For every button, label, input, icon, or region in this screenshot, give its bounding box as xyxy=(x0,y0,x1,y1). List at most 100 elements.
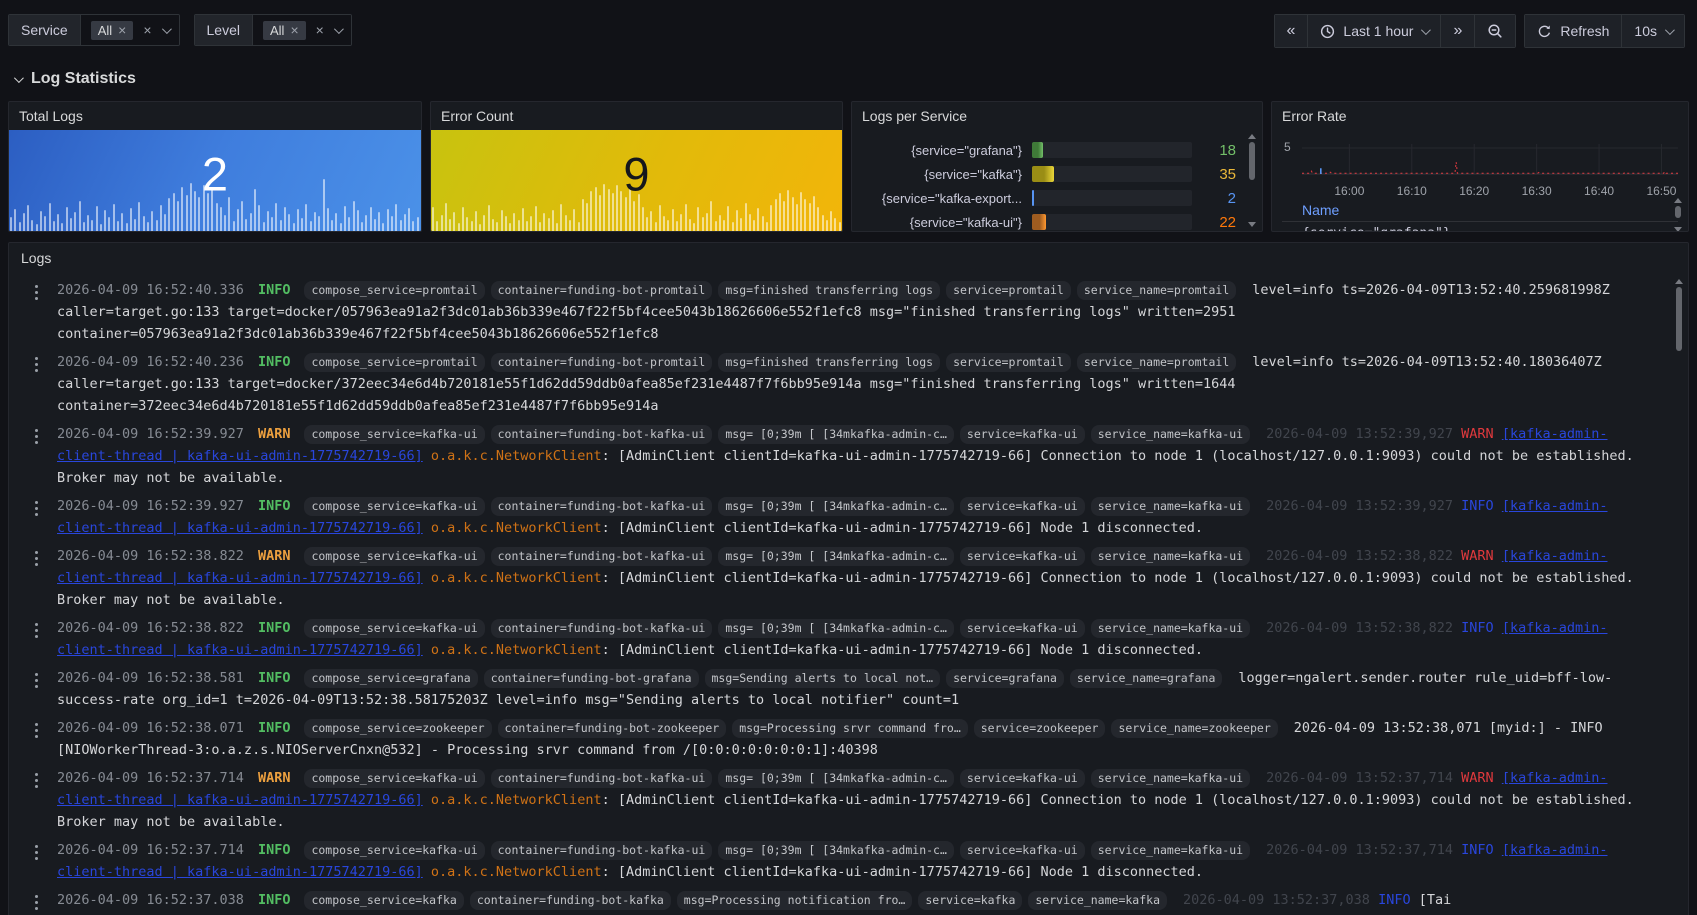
log-field-badge[interactable]: service_name=kafka-ui xyxy=(1091,769,1250,788)
log-field-badge[interactable]: container=funding-bot-kafka-ui xyxy=(491,425,713,444)
scrollbar-thumb[interactable] xyxy=(1675,206,1681,218)
log-field-badge[interactable]: compose_service=kafka-ui xyxy=(304,841,484,860)
log-field-badge[interactable]: compose_service=promtail xyxy=(304,281,484,300)
log-field-badge[interactable]: service=kafka-ui xyxy=(960,769,1085,788)
service-filter-select[interactable]: All× × xyxy=(81,15,179,45)
log-field-badge[interactable]: container=funding-bot-kafka-ui xyxy=(491,547,713,566)
row-toggle-log-statistics[interactable]: Log Statistics xyxy=(14,68,1697,90)
service-filter-chip[interactable]: All× xyxy=(91,21,134,40)
log-menu-icon[interactable] xyxy=(35,895,38,898)
log-field-badge[interactable]: service_name=kafka-ui xyxy=(1091,425,1250,444)
log-field-badge[interactable]: container=funding-bot-kafka-ui xyxy=(491,841,713,860)
remove-chip-icon[interactable]: × xyxy=(290,23,298,37)
log-field-badge[interactable]: compose_service=promtail xyxy=(304,353,484,372)
scroll-up-icon[interactable] xyxy=(1248,134,1256,139)
log-field-badge[interactable]: service=kafka-ui xyxy=(960,497,1085,516)
scroll-up-icon[interactable] xyxy=(1674,198,1682,203)
log-field-badge[interactable]: container=funding-bot-kafka-ui xyxy=(491,619,713,638)
log-field-badge[interactable]: service_name=grafana xyxy=(1070,669,1222,688)
chevron-down-icon[interactable] xyxy=(161,24,171,34)
log-menu-icon[interactable] xyxy=(35,357,38,360)
log-field-badge[interactable]: msg= [0;39m [ [34mkafka-admin-c… xyxy=(718,841,954,860)
time-range-button[interactable]: Last 1 hour xyxy=(1308,15,1441,47)
level-filter-select[interactable]: All× × xyxy=(253,15,351,45)
log-field-badge[interactable]: msg= [0;39m [ [34mkafka-admin-c… xyxy=(718,425,954,444)
log-menu-icon[interactable] xyxy=(35,845,38,848)
log-menu-icon[interactable] xyxy=(35,723,38,726)
scrollbar[interactable] xyxy=(1246,134,1258,227)
log-menu-icon[interactable] xyxy=(35,673,38,676)
log-field-badge[interactable]: compose_service=kafka-ui xyxy=(304,497,484,516)
refresh-button[interactable]: Refresh xyxy=(1525,15,1622,47)
log-field-badge[interactable]: service=grafana xyxy=(946,669,1064,688)
scrollbar[interactable] xyxy=(1673,279,1685,915)
log-field-badge[interactable]: container=funding-bot-grafana xyxy=(484,669,699,688)
panel-title-error-rate[interactable]: Error Rate xyxy=(1272,102,1688,130)
clear-filter-icon[interactable]: × xyxy=(316,23,324,37)
log-menu-icon[interactable] xyxy=(35,623,38,626)
log-field-badge[interactable]: service=kafka xyxy=(918,891,1022,910)
time-shift-forward-button[interactable]: » xyxy=(1441,15,1475,47)
log-field-badge[interactable]: compose_service=zookeeper xyxy=(304,719,491,738)
zoom-out-button[interactable] xyxy=(1475,15,1515,47)
log-field-badge[interactable]: msg=Processing srvr command fro… xyxy=(732,719,968,738)
log-field-badge[interactable]: msg= [0;39m [ [34mkafka-admin-c… xyxy=(718,619,954,638)
log-field-badge[interactable]: msg=Sending alerts to local not… xyxy=(705,669,941,688)
log-field-badge[interactable]: msg=Processing notification fro… xyxy=(677,891,913,910)
log-menu-icon[interactable] xyxy=(35,551,38,554)
clear-filter-icon[interactable]: × xyxy=(143,23,151,37)
panel-title-total-logs[interactable]: Total Logs xyxy=(9,102,421,130)
log-field-badge[interactable]: service=promtail xyxy=(946,353,1071,372)
log-field-badge[interactable]: service=zookeeper xyxy=(974,719,1106,738)
log-field-badge[interactable]: service_name=promtail xyxy=(1077,353,1236,372)
scroll-down-icon[interactable] xyxy=(1674,227,1682,232)
time-shift-back-button[interactable]: « xyxy=(1275,15,1309,47)
panel-title-logs[interactable]: Logs xyxy=(9,243,1688,273)
log-field-badge[interactable]: container=funding-bot-kafka-ui xyxy=(491,497,713,516)
log-field-badge[interactable]: msg=finished transferring logs xyxy=(718,353,940,372)
log-field-badge[interactable]: msg= [0;39m [ [34mkafka-admin-c… xyxy=(718,547,954,566)
log-field-badge[interactable]: service=kafka-ui xyxy=(960,547,1085,566)
log-field-badge[interactable]: service_name=kafka-ui xyxy=(1091,619,1250,638)
log-field-badge[interactable]: container=funding-bot-promtail xyxy=(491,353,713,372)
legend-header-name[interactable]: Name xyxy=(1302,202,1678,221)
log-field-badge[interactable]: service=kafka-ui xyxy=(960,841,1085,860)
log-field-badge[interactable]: service_name=kafka-ui xyxy=(1091,497,1250,516)
log-field-badge[interactable]: compose_service=kafka-ui xyxy=(304,769,484,788)
log-field-badge[interactable]: service_name=kafka xyxy=(1028,891,1167,910)
log-field-badge[interactable]: msg=finished transferring logs xyxy=(718,281,940,300)
log-field-badge[interactable]: container=funding-bot-zookeeper xyxy=(498,719,727,738)
log-field-badge[interactable]: service=kafka-ui xyxy=(960,425,1085,444)
log-field-badge[interactable]: container=funding-bot-promtail xyxy=(491,281,713,300)
scrollbar-thumb[interactable] xyxy=(1249,142,1255,180)
scroll-down-icon[interactable] xyxy=(1248,222,1256,227)
chevron-down-icon[interactable] xyxy=(334,24,344,34)
log-field-badge[interactable]: compose_service=grafana xyxy=(304,669,477,688)
log-field-badge[interactable]: service=promtail xyxy=(946,281,1071,300)
scrollbar-thumb[interactable] xyxy=(1676,287,1682,351)
log-field-badge[interactable]: compose_service=kafka xyxy=(304,891,463,910)
log-field-badge[interactable]: msg= [0;39m [ [34mkafka-admin-c… xyxy=(718,497,954,516)
log-field-badge[interactable]: compose_service=kafka-ui xyxy=(304,619,484,638)
log-menu-icon[interactable] xyxy=(35,429,38,432)
log-field-badge[interactable]: service_name=kafka-ui xyxy=(1091,841,1250,860)
panel-title-logs-per-service[interactable]: Logs per Service xyxy=(852,102,1262,130)
scroll-up-icon[interactable] xyxy=(1675,279,1683,284)
level-filter-chip[interactable]: All× xyxy=(263,21,306,40)
log-field-badge[interactable]: service_name=promtail xyxy=(1077,281,1236,300)
log-menu-icon[interactable] xyxy=(35,501,38,504)
log-field-badge[interactable]: compose_service=kafka-ui xyxy=(304,425,484,444)
log-field-badge[interactable]: msg= [0;39m [ [34mkafka-admin-c… xyxy=(718,769,954,788)
log-field-badge[interactable]: service=kafka-ui xyxy=(960,619,1085,638)
refresh-interval-button[interactable]: 10s xyxy=(1622,15,1684,47)
log-menu-icon[interactable] xyxy=(35,285,38,288)
log-field-badge[interactable]: service_name=zookeeper xyxy=(1111,719,1277,738)
legend-row[interactable]: {service="grafana"} xyxy=(1302,222,1678,232)
log-field-badge[interactable]: compose_service=kafka-ui xyxy=(304,547,484,566)
remove-chip-icon[interactable]: × xyxy=(118,23,126,37)
panel-title-error-count[interactable]: Error Count xyxy=(431,102,842,130)
log-field-badge[interactable]: container=funding-bot-kafka xyxy=(470,891,671,910)
log-menu-icon[interactable] xyxy=(35,773,38,776)
log-field-badge[interactable]: container=funding-bot-kafka-ui xyxy=(491,769,713,788)
scrollbar[interactable] xyxy=(1672,198,1684,232)
